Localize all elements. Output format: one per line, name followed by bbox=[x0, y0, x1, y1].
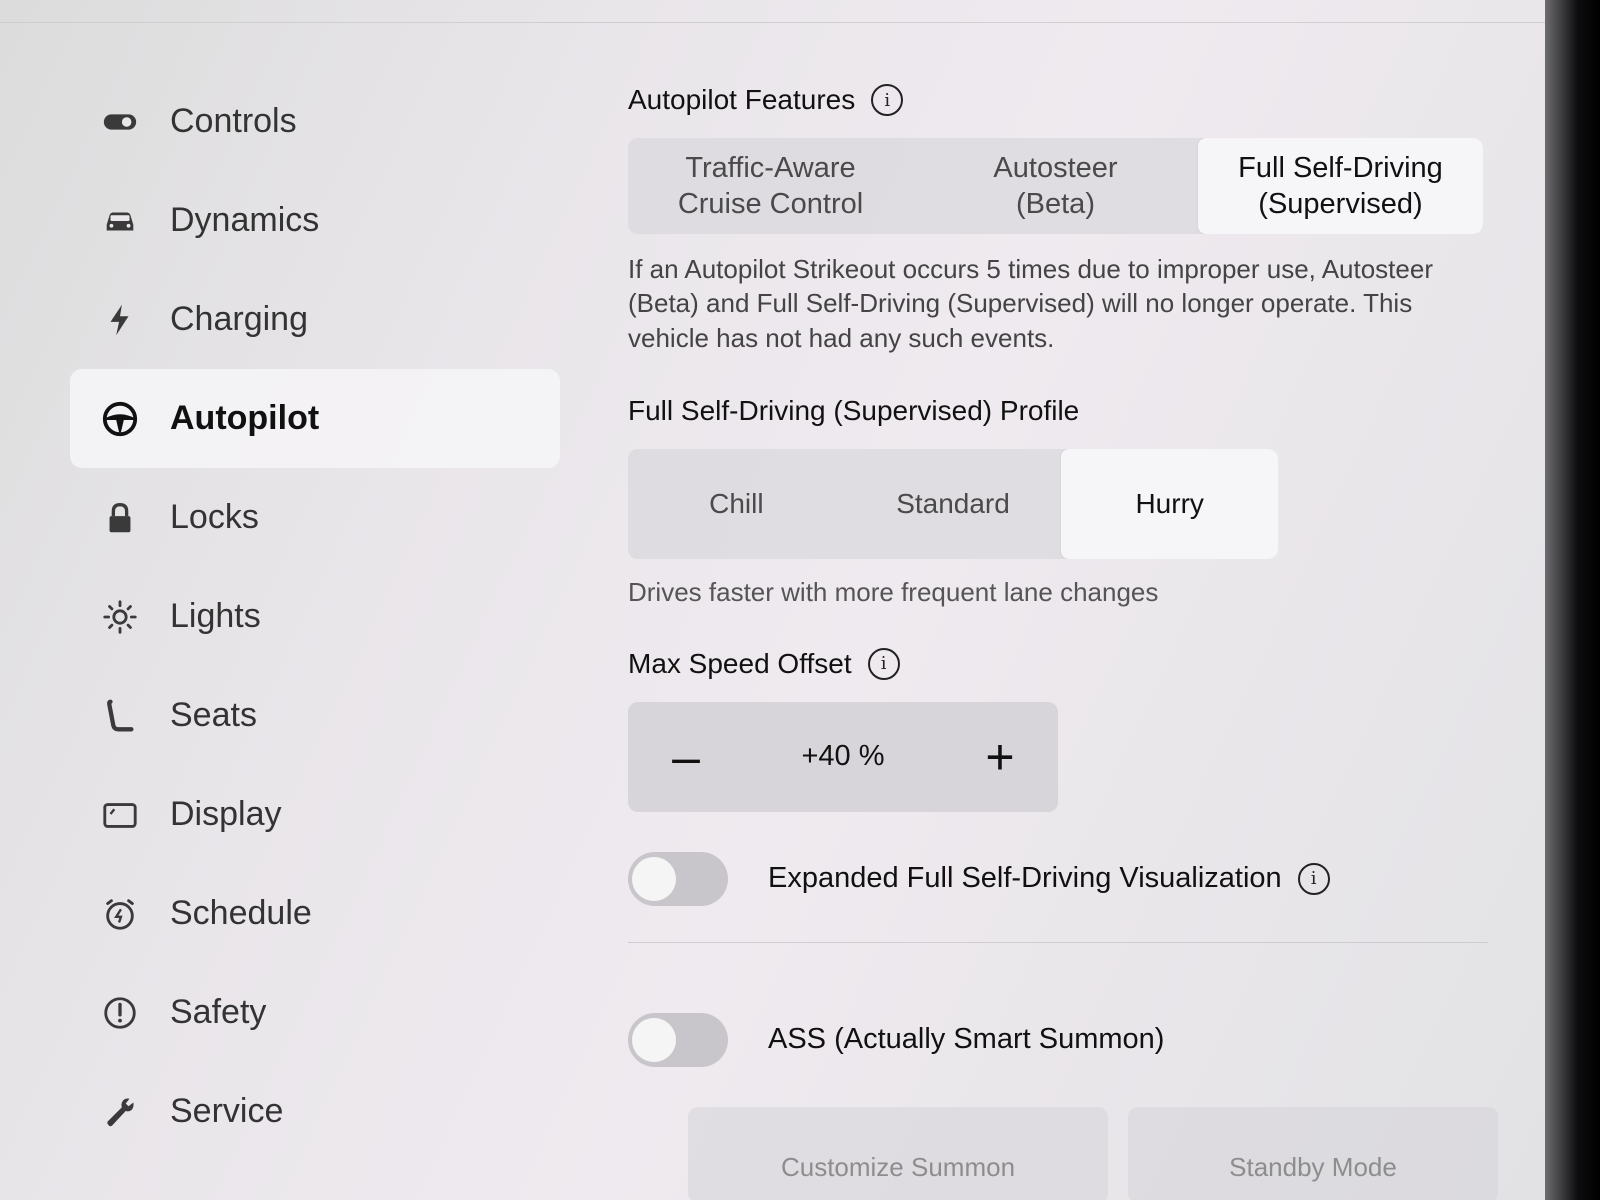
profile-option-hurry[interactable]: Hurry bbox=[1061, 448, 1278, 559]
sidebar-item-label: Autopilot bbox=[170, 399, 320, 437]
sidebar-item-lights[interactable]: Lights bbox=[70, 567, 560, 666]
offset-value: +40 % bbox=[801, 740, 885, 773]
decrement-button[interactable]: – bbox=[656, 728, 716, 786]
sidebar-item-display[interactable]: Display bbox=[70, 765, 560, 864]
info-icon[interactable]: i bbox=[867, 647, 900, 680]
sidebar-item-label: Charging bbox=[170, 300, 308, 338]
toggle-label: ASS (Actually Smart Summon) bbox=[768, 1023, 1165, 1056]
expanded-visualization-row: Expanded Full Self-Driving Visualization… bbox=[628, 851, 1498, 906]
sidebar-item-dynamics[interactable]: Dynamics bbox=[70, 171, 560, 270]
top-divider bbox=[0, 22, 1545, 23]
section-title: Max Speed Offset bbox=[628, 647, 852, 679]
sidebar-item-service[interactable]: Service bbox=[70, 1062, 560, 1161]
display-icon bbox=[98, 793, 142, 837]
sidebar-item-schedule[interactable]: Schedule bbox=[70, 864, 560, 963]
autopilot-panel: Autopilot Features i Traffic-Aware Cruis… bbox=[628, 84, 1498, 1200]
seat-icon bbox=[98, 694, 142, 738]
max-speed-offset-header: Max Speed Offset i bbox=[628, 647, 1498, 680]
sidebar-item-label: Controls bbox=[170, 102, 297, 140]
actually-smart-summon-toggle[interactable] bbox=[628, 1012, 728, 1067]
toggle-knob bbox=[632, 856, 676, 901]
sidebar-item-label: Schedule bbox=[170, 894, 312, 932]
sidebar-item-safety[interactable]: Safety bbox=[70, 963, 560, 1062]
screen-bezel bbox=[1545, 0, 1600, 1200]
sidebar-item-label: Service bbox=[170, 1092, 284, 1130]
lock-icon bbox=[98, 496, 142, 540]
sidebar-item-seats[interactable]: Seats bbox=[70, 666, 560, 765]
fsd-profile-selector: Chill Standard Hurry bbox=[628, 448, 1278, 559]
increment-button[interactable]: + bbox=[970, 728, 1030, 786]
alert-circle-icon bbox=[98, 991, 142, 1035]
info-icon[interactable]: i bbox=[1297, 862, 1330, 895]
steering-wheel-icon bbox=[98, 397, 142, 441]
profile-description: Drives faster with more frequent lane ch… bbox=[628, 576, 1159, 607]
sidebar-item-charging[interactable]: Charging bbox=[70, 270, 560, 369]
car-icon bbox=[98, 199, 142, 243]
settings-sidebar: Controls Dynamics Charging Autopilot Loc… bbox=[70, 72, 560, 1161]
sidebar-item-label: Display bbox=[170, 795, 282, 833]
sun-icon bbox=[98, 595, 142, 639]
row-divider bbox=[628, 941, 1488, 943]
toggle-label: Expanded Full Self-Driving Visualization bbox=[768, 862, 1282, 895]
expanded-visualization-toggle[interactable] bbox=[628, 851, 728, 906]
sidebar-item-controls[interactable]: Controls bbox=[70, 72, 560, 171]
alarm-clock-icon bbox=[98, 892, 142, 936]
autopilot-features-header: Autopilot Features i bbox=[628, 84, 1498, 116]
feature-option-autosteer[interactable]: Autosteer (Beta) bbox=[913, 138, 1198, 234]
summon-buttons: Customize Summon Standby Mode bbox=[628, 1106, 1498, 1200]
toggle-knob bbox=[632, 1017, 676, 1062]
sidebar-item-label: Lights bbox=[170, 597, 261, 635]
autopilot-features-selector: Traffic-Aware Cruise Control Autosteer (… bbox=[628, 138, 1483, 234]
wrench-icon bbox=[98, 1090, 142, 1134]
sidebar-item-locks[interactable]: Locks bbox=[70, 468, 560, 567]
sidebar-item-autopilot[interactable]: Autopilot bbox=[70, 369, 560, 468]
fsd-profile-header: Full Self-Driving (Supervised) Profile bbox=[628, 395, 1498, 427]
sidebar-item-label: Dynamics bbox=[170, 201, 320, 239]
actually-smart-summon-row: ASS (Actually Smart Summon) bbox=[628, 1012, 1498, 1067]
section-title: Autopilot Features bbox=[628, 84, 856, 115]
profile-option-standard[interactable]: Standard bbox=[845, 449, 1062, 559]
customize-summon-button[interactable]: Customize Summon bbox=[688, 1106, 1108, 1200]
feature-option-traffic-aware-cruise[interactable]: Traffic-Aware Cruise Control bbox=[628, 138, 913, 234]
info-icon[interactable]: i bbox=[871, 84, 904, 116]
section-title: Full Self-Driving (Supervised) Profile bbox=[628, 394, 1080, 426]
sidebar-item-label: Seats bbox=[170, 696, 257, 734]
feature-option-fsd[interactable]: Full Self-Driving (Supervised) bbox=[1198, 138, 1483, 234]
bolt-icon bbox=[98, 298, 142, 342]
max-speed-offset-stepper: – +40 % + bbox=[628, 701, 1058, 812]
profile-option-chill[interactable]: Chill bbox=[628, 449, 845, 559]
sidebar-item-label: Locks bbox=[170, 498, 259, 536]
sidebar-item-label: Safety bbox=[170, 993, 267, 1031]
toggle-icon bbox=[98, 100, 142, 144]
standby-mode-button[interactable]: Standby Mode bbox=[1128, 1106, 1498, 1200]
settings-screen: Controls Dynamics Charging Autopilot Loc… bbox=[0, 0, 1545, 1200]
strikeout-description: If an Autopilot Strikeout occurs 5 times… bbox=[628, 254, 1433, 353]
